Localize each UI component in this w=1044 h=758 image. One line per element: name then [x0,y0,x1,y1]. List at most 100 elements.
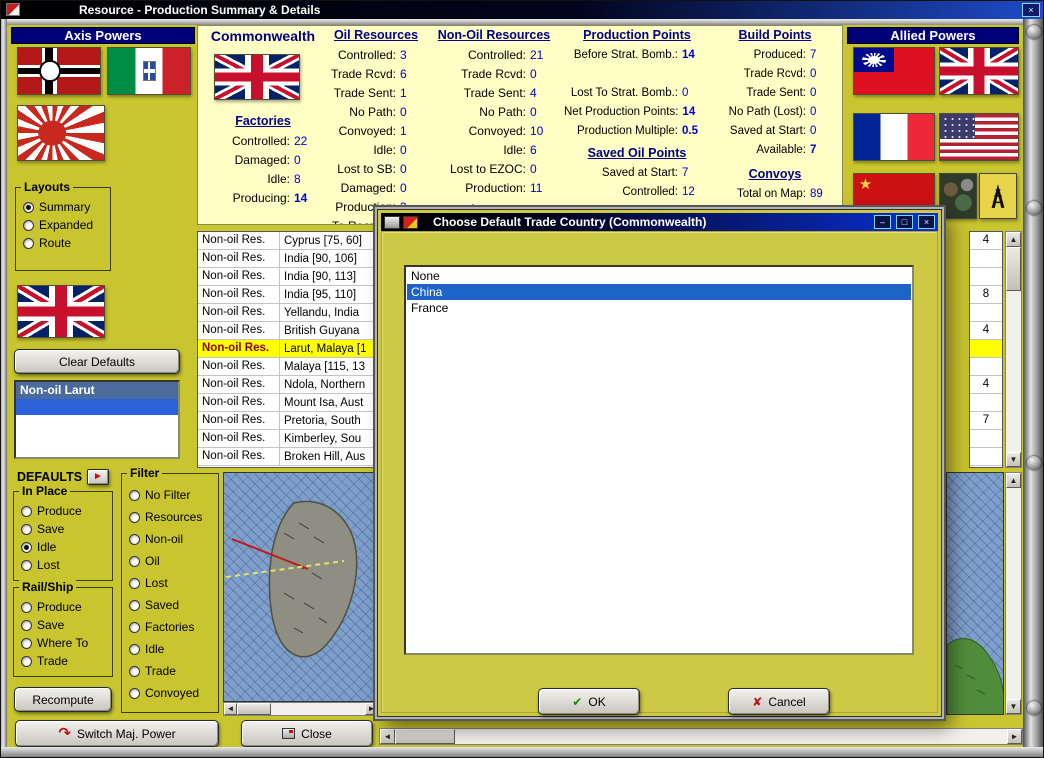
resource-table-row[interactable]: Non-oil Res. India [90, 106] [198,250,378,268]
filter-radio-option[interactable]: Idle [122,638,218,660]
factories-heading: Factories [235,114,291,128]
resource-table-row[interactable]: Non-oil Res. Ndola, Northern [198,376,378,394]
radio-option-label: Where To [37,636,89,650]
layout-radio-option[interactable]: Summary [16,198,110,216]
in-place-radio-option[interactable]: Idle [14,538,112,556]
resource-table-row[interactable]: Non-oil Res. India [90, 113] [198,268,378,286]
scroll-right-button[interactable]: ► [1007,729,1022,744]
in-place-radio-option[interactable]: Lost [14,556,112,574]
radio-option-label: Convoyed [145,686,200,700]
filter-radio-option[interactable]: Factories [122,616,218,638]
resource-table-row[interactable]: Non-oil Res. Broken Hill, Aus [198,448,378,466]
window-close-button[interactable]: × [1022,3,1040,17]
resource-table-row[interactable]: Non-oil Res. India [95, 110] [198,286,378,304]
dialog-titlebar[interactable]: Choose Default Trade Country (Commonweal… [381,213,938,231]
oil-derrick-glyph [991,184,1005,208]
window-titlebar[interactable]: Resource - Production Summary & Details … [1,1,1043,19]
stat-row: Damaged: 0 [204,150,322,169]
scroll-left-button[interactable]: ◄ [380,729,395,744]
cancel-button[interactable]: ✘ Cancel [728,688,830,715]
scroll-down-button[interactable]: ▼ [1006,699,1021,714]
resource-table-row[interactable]: Non-oil Res. Yellandu, India [198,304,378,322]
filter-radio-option[interactable]: No Filter [122,484,218,506]
dialog-minimize-button[interactable]: – [874,215,891,229]
recompute-button[interactable]: Recompute [14,687,112,712]
resource-table-row[interactable]: Non-oil Res. Larut, Malaya [1 [198,340,378,358]
scrollbar-track[interactable] [455,729,1007,744]
resource-right-cell: 4 [970,322,1002,340]
defaults-listbox[interactable]: Non-oil Larut [14,380,180,459]
layout-radio-option[interactable]: Route [16,234,110,252]
in-place-radio-option[interactable]: Save [14,520,112,538]
rail-ship-radio-option[interactable]: Produce [14,598,112,616]
stat-label: Controlled: [231,133,290,148]
map-view-left[interactable] [223,472,379,702]
defaults-list-selected-row[interactable] [16,399,178,415]
resource-table-row[interactable]: Non-oil Res. British Guyana [198,322,378,340]
scrollbar-thumb[interactable] [395,729,455,744]
dialog-maximize-button[interactable]: □ [896,215,913,229]
dialog-close-button[interactable]: × [918,215,935,229]
stat-label: Available: [756,143,806,156]
scrollbar-thumb[interactable] [1006,247,1021,291]
resource-name-cell: British Guyana [284,324,360,337]
filter-radio-option[interactable]: Non-oil [122,528,218,550]
trade-country-option[interactable]: None [407,268,911,284]
stat-value: 12 [682,185,695,198]
resource-table-row[interactable]: Non-oil Res. Pretoria, South [198,412,378,430]
frame-right [1023,19,1043,753]
filter-radio-option[interactable]: Convoyed [122,682,218,704]
commonwealth-column: Commonwealth Factories Controlled: 22 Da… [204,28,322,207]
map-view-right[interactable] [946,472,1004,715]
stat-value: 0 [530,161,537,176]
scrollbar-thumb[interactable] [237,703,271,715]
stat-value: 11 [530,180,543,195]
close-button[interactable]: Close [241,720,373,747]
resource-type-cell: Non-oil Res. [198,250,280,267]
resource-type-cell: Non-oil Res. [198,304,280,321]
resource-table-row[interactable]: Non-oil Res. Cyprus [75, 60] [198,232,378,250]
trade-country-dialog: Choose Default Trade Country (Commonweal… [377,209,942,717]
resource-type-cell: Non-oil Res. [198,430,280,447]
close-button-label: Close [301,726,332,741]
scroll-up-button[interactable]: ▲ [1006,473,1021,488]
filter-radio-option[interactable]: Resources [122,506,218,528]
resource-table-row[interactable]: Non-oil Res. Kimberley, Sou [198,430,378,448]
in-place-radio-option[interactable]: Produce [14,502,112,520]
clear-defaults-button[interactable]: Clear Defaults [14,349,180,374]
rail-ship-radio-option[interactable]: Save [14,616,112,634]
japan-naval-ensign [17,105,105,161]
scroll-up-button[interactable]: ▲ [1006,232,1021,247]
production-points-rows: Before Strat. Bomb.: 14 Lost To Strat. B… [564,45,710,140]
terrain-tile-icon [939,173,977,219]
resource-type-cell: Non-oil Res. [198,376,280,393]
frame-top [1,19,1043,25]
scroll-down-button[interactable]: ▼ [1006,452,1021,467]
radio-button-icon [23,237,34,249]
resource-table-row[interactable]: Non-oil Res. Malaya [115, 13 [198,358,378,376]
scrollbar-track[interactable] [1006,291,1021,452]
filter-radio-option[interactable]: Saved [122,594,218,616]
ok-button[interactable]: ✔ OK [538,688,640,715]
dialog-title: Choose Default Trade Country (Commonweal… [433,215,707,229]
scroll-left-button[interactable]: ◄ [224,703,237,715]
stat-row: Convoyed: 1 [324,121,428,140]
radio-option-label: Lost [145,576,168,590]
switch-major-power-button[interactable]: ↷ Switch Maj. Power [15,720,219,747]
filter-radio-option[interactable]: Trade [122,660,218,682]
layout-radio-option[interactable]: Expanded [16,216,110,234]
defaults-arrow-button[interactable]: ► [87,469,109,485]
stat-label: No Path: [479,104,526,119]
scrollbar-track[interactable] [1006,488,1021,699]
china-roc-flag [853,47,935,95]
stat-value: 6 [400,66,407,81]
trade-country-option[interactable]: China [407,284,911,300]
stat-row: Controlled: 12 [564,182,710,201]
resource-table-row[interactable]: Non-oil Res. Mount Isa, Aust [198,394,378,412]
scrollbar-track[interactable] [271,703,365,715]
rail-ship-radio-option[interactable]: Where To [14,634,112,652]
filter-radio-option[interactable]: Oil [122,550,218,572]
rail-ship-radio-option[interactable]: Trade [14,652,112,670]
trade-country-option[interactable]: France [407,300,911,316]
filter-radio-option[interactable]: Lost [122,572,218,594]
